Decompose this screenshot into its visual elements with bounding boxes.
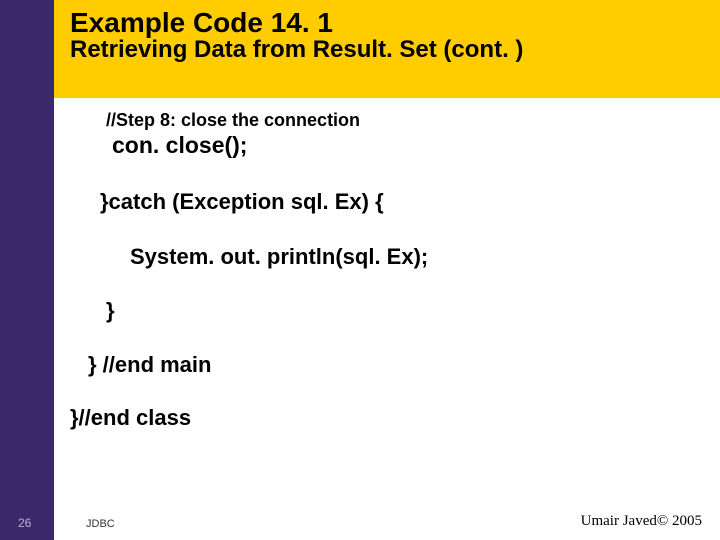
footer: 26 JDBC Umair Javed© 2005 <box>0 504 720 540</box>
copyright: Umair Javed© 2005 <box>581 513 702 530</box>
slide: Example Code 14. 1 Retrieving Data from … <box>0 0 720 540</box>
slide-content: //Step 8: close the connection con. clos… <box>70 110 700 490</box>
code-end-class: }//end class <box>70 405 700 431</box>
code-comment-step8: //Step 8: close the connection <box>106 110 700 132</box>
footer-label: JDBC <box>86 518 115 530</box>
slide-title: Example Code 14. 1 <box>70 8 708 37</box>
code-println: System. out. println(sql. Ex); <box>130 244 700 270</box>
page-number: 26 <box>18 516 31 530</box>
code-end-main: } //end main <box>88 352 700 378</box>
title-band: Example Code 14. 1 Retrieving Data from … <box>54 0 720 98</box>
code-close-brace: } <box>106 298 700 324</box>
corner-accent <box>0 0 54 98</box>
code-catch: }catch (Exception sql. Ex) { <box>100 189 700 215</box>
slide-subtitle: Retrieving Data from Result. Set (cont. … <box>70 37 708 63</box>
code-con-close: con. close(); <box>112 132 700 160</box>
